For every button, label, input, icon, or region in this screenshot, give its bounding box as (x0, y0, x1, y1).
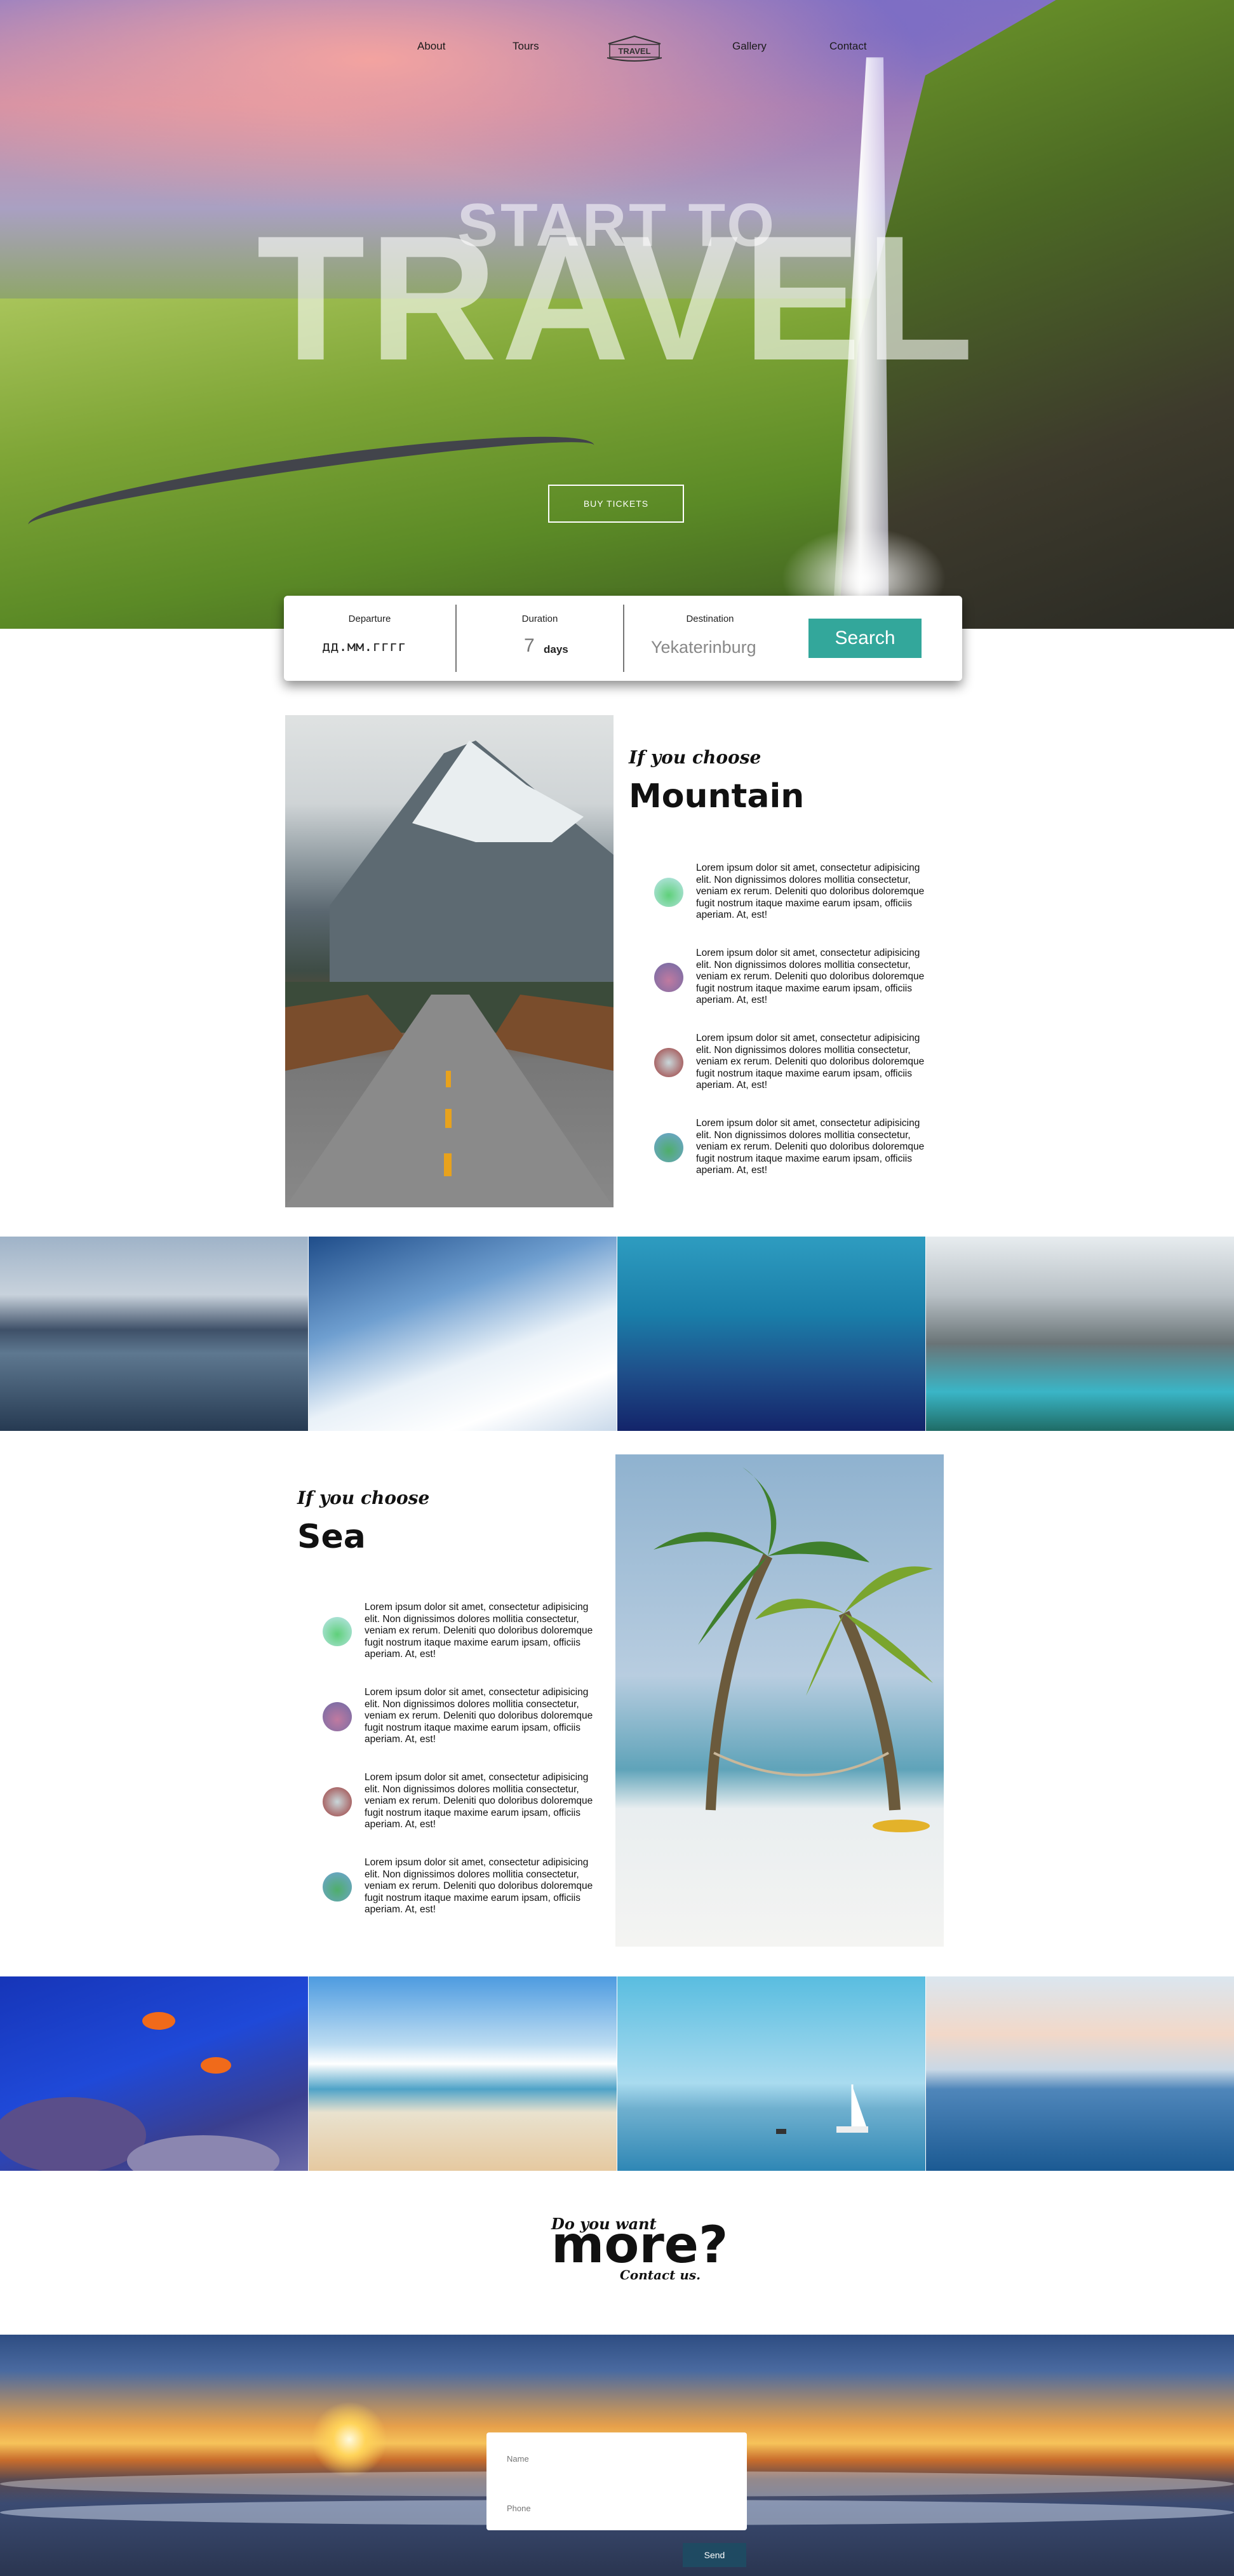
logo-icon: TRAVEL (607, 35, 662, 62)
gallery-image-lake[interactable] (0, 1237, 308, 1431)
departure-field-group: Departure дд.мм.гггг (284, 596, 455, 681)
more-heading: more? (551, 2215, 728, 2274)
meadow-icon (654, 878, 683, 907)
contact-form (486, 2432, 747, 2530)
sea-feature: Lorem ipsum dolor sit amet, consectetur … (323, 1772, 593, 1842)
duration-input[interactable]: 7 (524, 635, 535, 657)
buy-tickets-button[interactable]: BUY TICKETS (548, 485, 684, 523)
landscape-icon (323, 1872, 352, 1902)
palm-beach-photo (615, 1454, 944, 1947)
main-nav: About Tours TRAVEL Gallery Contact (0, 35, 1234, 63)
mountain-kicker: If you choose (629, 747, 761, 768)
sailboat-icon (776, 2084, 868, 2134)
mountain-gallery (0, 1237, 1234, 1431)
meadow-icon (323, 1617, 352, 1646)
gallery-image-beach[interactable] (309, 1976, 617, 2171)
travel-logo[interactable]: TRAVEL (603, 35, 666, 63)
hero-title: TRAVEL (256, 199, 978, 398)
departure-date-input[interactable]: дд.мм.гггг (322, 639, 406, 655)
nav-about[interactable]: About (417, 40, 445, 53)
mountain-feature: Lorem ipsum dolor sit amet, consectetur … (654, 862, 924, 932)
gallery-image-snow[interactable] (309, 1237, 617, 1431)
feature-text: Lorem ipsum dolor sit amet, consectetur … (365, 1602, 593, 1660)
sea-feature: Lorem ipsum dolor sit amet, consectetur … (323, 1857, 593, 1927)
feature-text: Lorem ipsum dolor sit amet, consectetur … (696, 862, 925, 920)
name-input[interactable] (506, 2445, 730, 2472)
mountain-feature: Lorem ipsum dolor sit amet, consectetur … (654, 1033, 924, 1103)
send-button[interactable]: Send (683, 2543, 746, 2567)
destination-label: Destination (686, 614, 734, 624)
duration-unit: days (544, 643, 568, 655)
sea-heading: Sea (297, 1518, 366, 1556)
sea-feature: Lorem ipsum dolor sit amet, consectetur … (323, 1687, 593, 1757)
duration-field-group: Duration 7 days (457, 596, 623, 681)
gallery-image-coral-reef[interactable] (0, 1976, 308, 2171)
mountain-feature: Lorem ipsum dolor sit amet, consectetur … (654, 1118, 924, 1188)
feature-text: Lorem ipsum dolor sit amet, consectetur … (696, 1118, 925, 1176)
nav-tours[interactable]: Tours (513, 40, 539, 53)
destination-field-group: Destination Yekaterinburg (624, 596, 796, 681)
nav-contact[interactable]: Contact (829, 40, 867, 53)
nav-gallery[interactable]: Gallery (732, 40, 767, 53)
feature-text: Lorem ipsum dolor sit amet, consectetur … (696, 1033, 925, 1090)
feature-text: Lorem ipsum dolor sit amet, consectetur … (365, 1772, 593, 1830)
search-button[interactable]: Search (808, 619, 922, 658)
destination-input[interactable]: Yekaterinburg (651, 638, 756, 657)
palm-illustration (654, 1467, 933, 1832)
feature-text: Lorem ipsum dolor sit amet, consectetur … (365, 1687, 593, 1745)
mountain-feature: Lorem ipsum dolor sit amet, consectetur … (654, 948, 924, 1017)
search-bar: Departure дд.мм.гггг Duration 7 days Des… (284, 596, 962, 681)
departure-label: Departure (348, 614, 391, 624)
mountain-road-photo (285, 715, 614, 1207)
sea-feature: Lorem ipsum dolor sit amet, consectetur … (323, 1602, 593, 1672)
contact-us-caption: Contact us. (620, 2267, 701, 2283)
gallery-image-sailboat[interactable] (617, 1976, 925, 2171)
sunset-icon (323, 1702, 352, 1731)
phone-input[interactable] (506, 2495, 730, 2521)
sunset-icon (654, 963, 683, 992)
feature-text: Lorem ipsum dolor sit amet, consectetur … (696, 948, 925, 1005)
sea-kicker: If you choose (297, 1487, 430, 1508)
duration-label: Duration (521, 614, 558, 624)
gallery-image-calm-sea[interactable] (926, 1976, 1234, 2171)
lighthouse-icon (654, 1048, 683, 1077)
sun-icon (311, 2401, 387, 2478)
feature-text: Lorem ipsum dolor sit amet, consectetur … (365, 1857, 593, 1915)
landscape-icon (654, 1133, 683, 1162)
sea-gallery (0, 1976, 1234, 2171)
mountain-heading: Mountain (629, 777, 805, 815)
mountain-road-illustration (285, 741, 614, 1207)
gallery-image-turquoise-lake[interactable] (926, 1237, 1234, 1431)
gallery-image-blue-mountains[interactable] (617, 1237, 925, 1431)
clownfish-icon (0, 2012, 279, 2171)
lighthouse-icon (323, 1787, 352, 1816)
logo-text: TRAVEL (618, 46, 650, 56)
